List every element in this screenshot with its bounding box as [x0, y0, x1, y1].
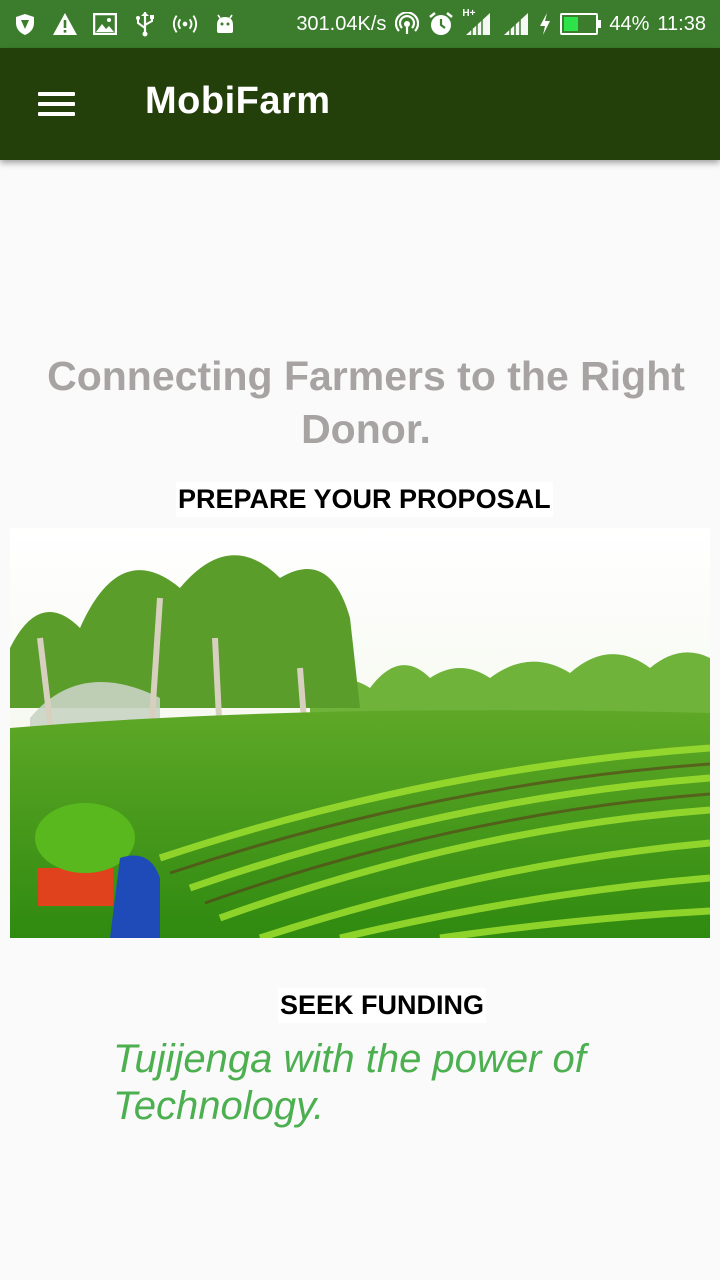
hotspot-icon [172, 11, 198, 37]
signal-icon [500, 11, 530, 37]
battery-percent: 44% [609, 12, 650, 35]
tagline: Connecting Farmers to the Right Donor. [47, 353, 685, 452]
app-bar: MobiFarm [0, 48, 720, 160]
charging-icon [538, 11, 552, 37]
slogan: Tujijenga with the power of Technology. [113, 1037, 586, 1128]
network-speed: 301.04K/s [296, 12, 387, 35]
prepare-proposal-label[interactable]: PREPARE YOUR PROPOSAL [176, 482, 553, 517]
image-icon [92, 11, 118, 37]
warning-icon [52, 11, 78, 37]
network-tag: H+ [462, 8, 476, 19]
android-icon [212, 11, 238, 37]
nfc-icon [394, 11, 420, 37]
app-title: MobiFarm [145, 80, 331, 122]
seek-funding-label[interactable]: SEEK FUNDING [278, 988, 487, 1023]
usb-icon [132, 11, 158, 37]
battery-icon [560, 13, 602, 35]
alarm-icon [428, 11, 454, 37]
farm-image [10, 528, 710, 938]
clock: 11:38 [657, 12, 706, 35]
vpn-shield-icon [12, 11, 38, 37]
signal-icon: H+ [462, 8, 492, 37]
status-bar: 301.04K/s H+ 44% 11:38 [0, 0, 720, 48]
hamburger-menu-icon[interactable] [26, 76, 86, 132]
